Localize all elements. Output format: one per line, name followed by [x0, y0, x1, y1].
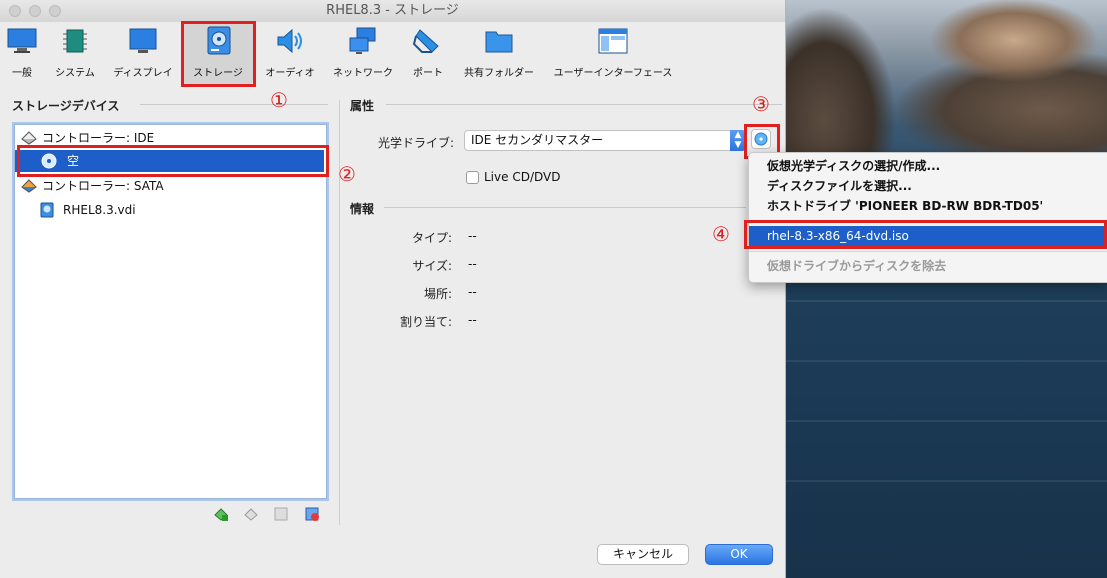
info-size-value: --	[468, 257, 477, 271]
controller-icon	[21, 131, 37, 145]
live-cd-label: Live CD/DVD	[484, 170, 561, 184]
divider	[140, 104, 328, 105]
port-icon	[412, 29, 439, 53]
minimize-window-button[interactable]	[29, 5, 41, 17]
folder-icon	[485, 31, 513, 53]
storage-tree[interactable]: コントローラー: IDE 空 コントローラー: SATA RHEL8.3.vdi	[14, 124, 327, 499]
tab-general[interactable]: 一般	[2, 22, 42, 84]
divider	[386, 104, 782, 105]
tree-item-vdi[interactable]: RHEL8.3.vdi	[15, 199, 324, 221]
annotation-number-2: ②	[338, 162, 356, 186]
annotation-box-storage-tab	[181, 21, 256, 87]
info-attached-value: --	[468, 313, 477, 327]
live-cd-checkbox[interactable]	[466, 171, 479, 184]
zoom-window-button[interactable]	[49, 5, 61, 17]
disk-image-icon	[40, 202, 54, 218]
tab-display[interactable]: ディスプレイ	[110, 22, 176, 84]
add-controller-icon[interactable]	[213, 506, 229, 522]
info-location-value: --	[468, 285, 477, 299]
annotation-box-empty-disc	[17, 145, 329, 177]
title-bar: RHEL8.3 - ストレージ	[0, 0, 785, 23]
remove-controller-icon[interactable]	[243, 506, 259, 522]
annotation-box-rhel-iso	[744, 220, 1107, 249]
tab-shared-folders[interactable]: 共有フォルダー	[461, 22, 537, 84]
window-layout-icon	[598, 28, 628, 54]
optical-drive-select[interactable]: IDE セカンダリマスター ▲ ▼	[464, 130, 746, 151]
tree-item-sata-controller[interactable]: コントローラー: SATA	[15, 175, 324, 197]
settings-toolbar: 一般 システム ディスプレイ ストレージ オーディオ ネットワーク ポート 共有…	[0, 22, 785, 84]
info-location-label: 場所:	[423, 287, 452, 301]
cancel-button[interactable]: キャンセル	[597, 544, 689, 565]
monitor-icon	[7, 28, 37, 53]
network-icon	[349, 27, 376, 54]
annotation-number-1: ①	[270, 88, 288, 112]
info-attached-label: 割り当て:	[399, 315, 452, 329]
menu-separator	[749, 251, 1107, 252]
close-window-button[interactable]	[9, 5, 21, 17]
sata-controller-icon	[21, 179, 37, 193]
tab-user-interface[interactable]: ユーザーインターフェース	[548, 22, 678, 84]
display-icon	[129, 28, 157, 53]
chip-icon	[63, 29, 87, 53]
info-type-label: タイプ:	[411, 231, 452, 245]
tab-audio[interactable]: オーディオ	[262, 22, 318, 84]
add-attachment-icon[interactable]	[273, 506, 289, 522]
annotation-number-3: ③	[752, 92, 770, 116]
tab-network[interactable]: ネットワーク	[330, 22, 396, 84]
desktop-wallpaper	[784, 0, 1107, 578]
info-size-label: サイズ:	[412, 259, 452, 273]
tab-ports[interactable]: ポート	[408, 22, 448, 84]
remove-attachment-icon[interactable]	[304, 506, 320, 522]
info-title: 情報	[350, 202, 375, 216]
menu-item-choose-disk-file[interactable]: ディスクファイルを選択...	[749, 176, 1107, 196]
divider	[384, 207, 746, 208]
optical-drive-value: IDE セカンダリマスター	[471, 133, 604, 147]
disc-menu: 仮想光学ディスクの選択/作成... ディスクファイルを選択... ホストドライブ…	[748, 152, 1107, 283]
menu-item-remove-disk[interactable]: 仮想ドライブからディスクを除去	[749, 256, 1107, 276]
tab-system[interactable]: システム	[50, 22, 100, 84]
menu-item-host-drive[interactable]: ホストドライブ 'PIONEER BD-RW BDR-TD05'	[749, 196, 1107, 216]
storage-devices-title: ストレージデバイス	[12, 99, 120, 113]
annotation-number-4: ④	[712, 222, 730, 246]
info-type-value: --	[468, 229, 477, 243]
speaker-icon	[277, 28, 302, 54]
window-title: RHEL8.3 - ストレージ	[326, 3, 459, 18]
attributes-title: 属性	[350, 99, 375, 113]
menu-item-choose-create-disc[interactable]: 仮想光学ディスクの選択/作成...	[749, 156, 1107, 176]
ok-button[interactable]: OK	[705, 544, 773, 565]
optical-drive-label: 光学ドライブ:	[377, 136, 454, 150]
settings-window: RHEL8.3 - ストレージ 一般 システム ディスプレイ ストレージ オーデ…	[0, 0, 786, 578]
